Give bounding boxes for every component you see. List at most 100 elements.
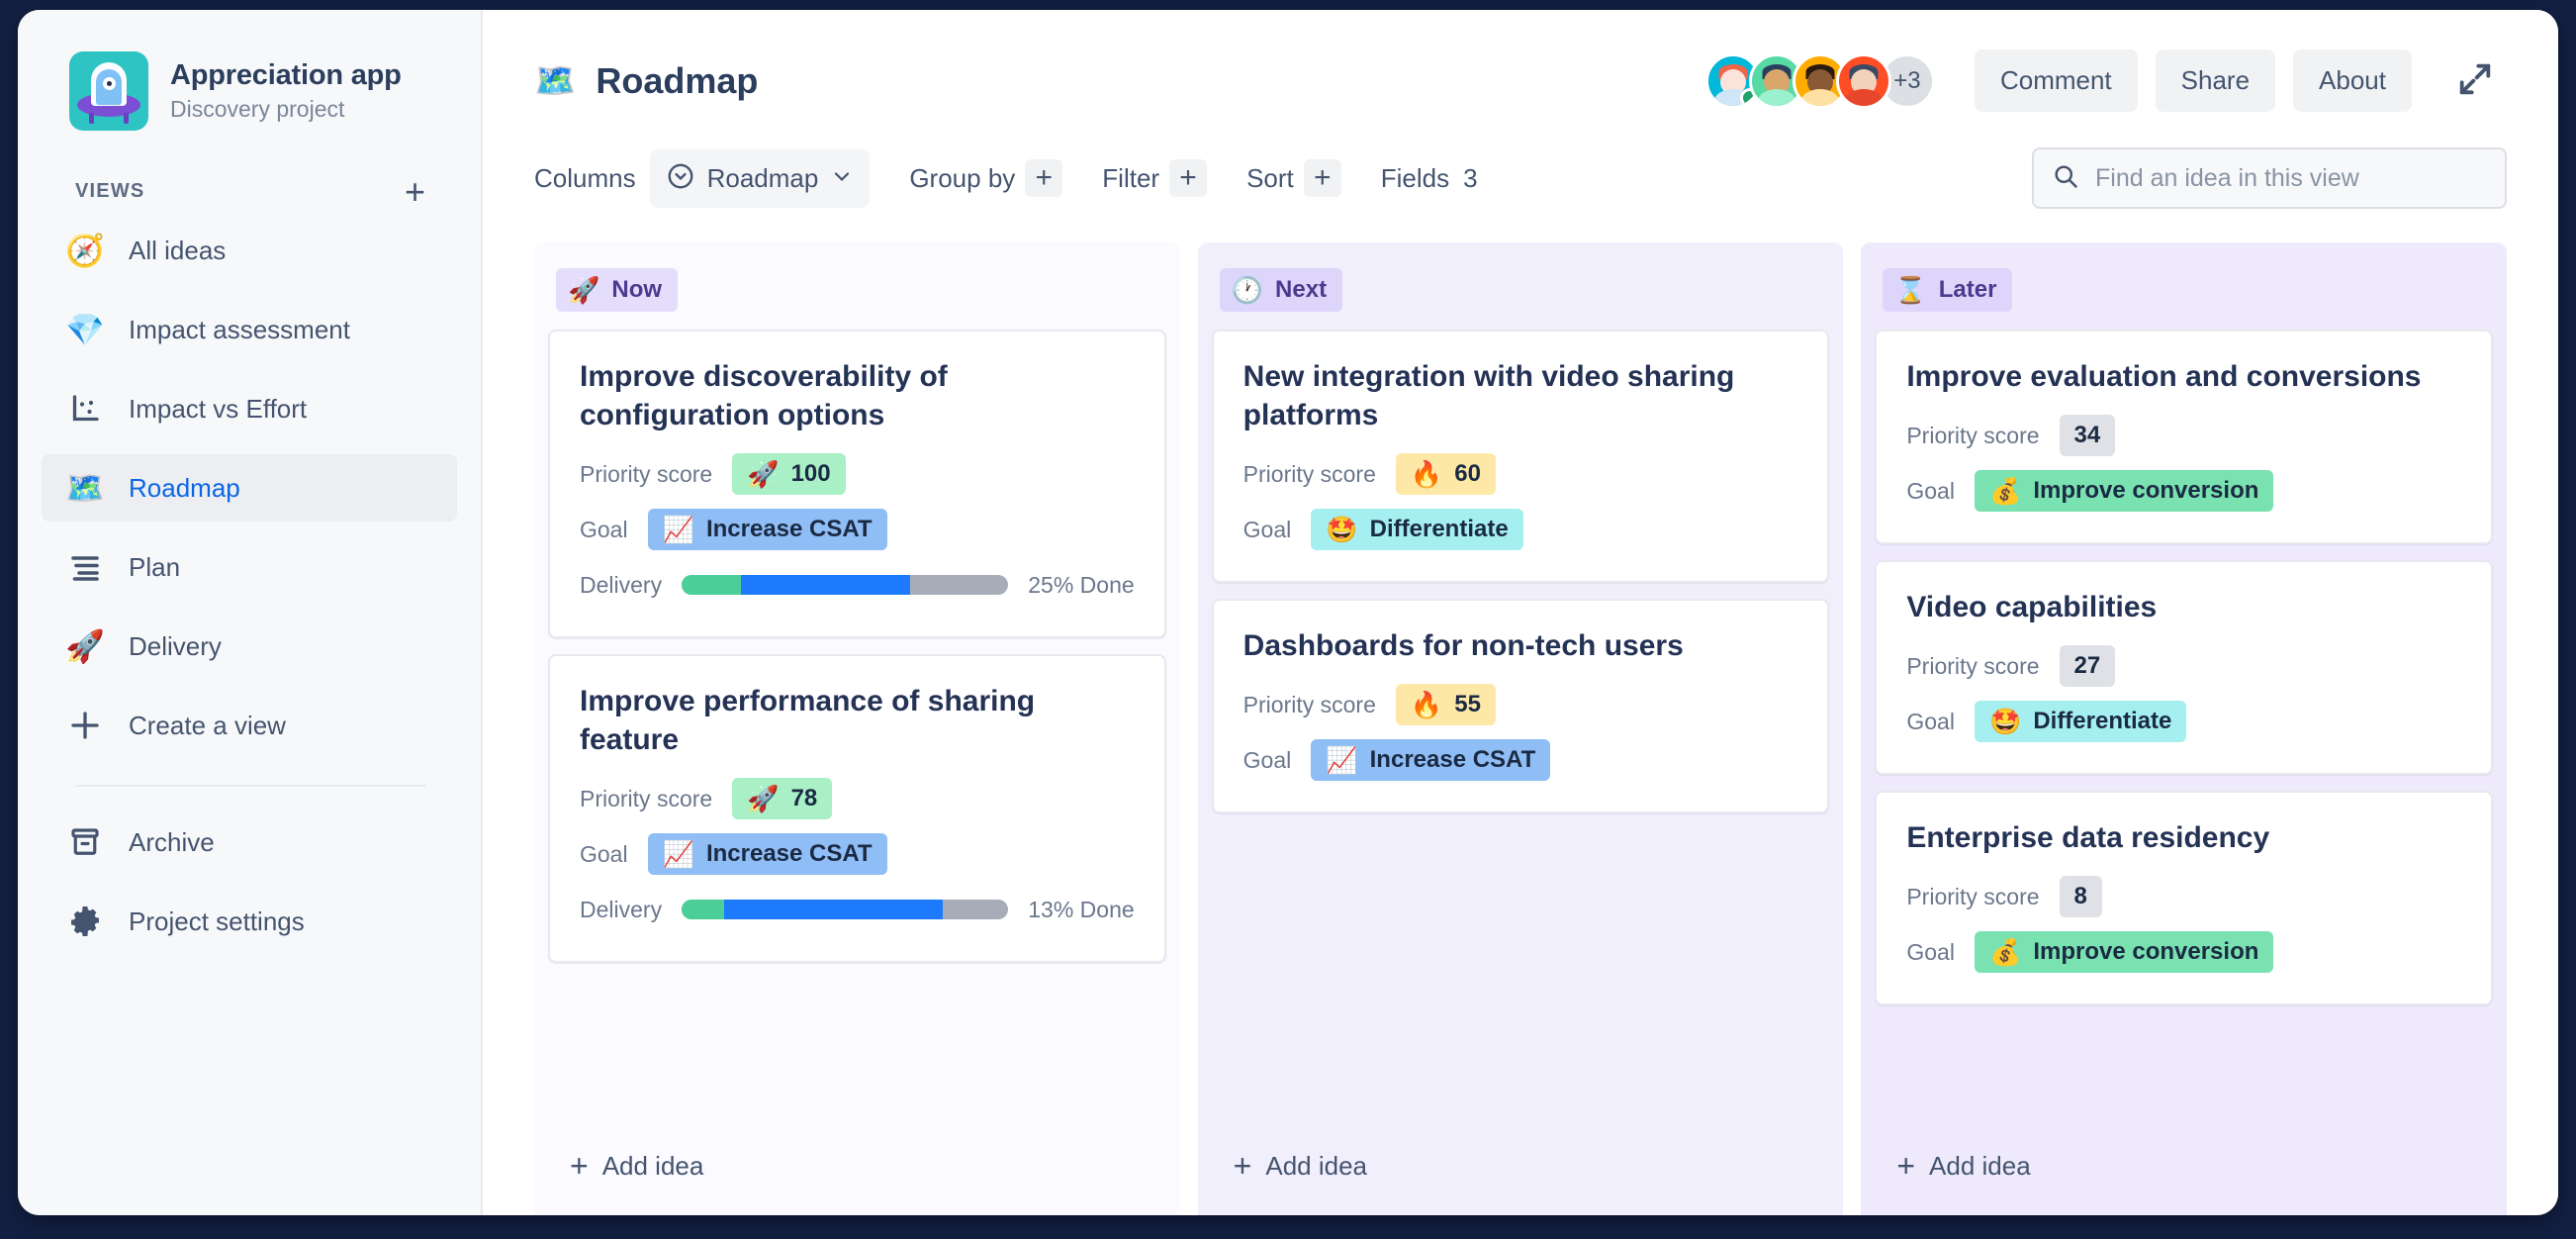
sidebar-item-all-ideas[interactable]: 🧭 All ideas bbox=[42, 217, 457, 284]
delivery-row: Delivery 13% Done bbox=[580, 888, 1135, 931]
goal-badge[interactable]: 💰 Improve conversion bbox=[1974, 469, 2274, 513]
view-toolbar: Columns Roadmap Group by + Filter + Sort… bbox=[483, 112, 2558, 209]
add-idea-button[interactable]: + Add idea bbox=[548, 1121, 1166, 1215]
sidebar-item-create-a-view[interactable]: Create a view bbox=[42, 692, 457, 759]
goal-badge[interactable]: 🤩 Differentiate bbox=[1311, 508, 1523, 551]
world-map-icon: 🗺️ bbox=[65, 470, 105, 506]
priority-score-icon: 🔥 bbox=[1410, 689, 1443, 719]
idea-title: Improve performance of sharing feature bbox=[580, 685, 1036, 756]
filter-label: Filter bbox=[1102, 162, 1160, 193]
sidebar-item-archive[interactable]: Archive bbox=[42, 809, 457, 876]
priority-score-badge[interactable]: 8 bbox=[2059, 875, 2102, 918]
sidebar-item-label: Archive bbox=[129, 826, 215, 857]
column-status-badge[interactable]: ⌛ Later bbox=[1883, 268, 2013, 312]
delivery-progress-text: 25% Done bbox=[1028, 571, 1135, 598]
goal-row: Goal 🤩 Differentiate bbox=[1243, 508, 1798, 551]
group-by-add-icon[interactable]: + bbox=[1025, 159, 1063, 197]
world-map-icon: 🗺️ bbox=[534, 61, 577, 100]
add-idea-button[interactable]: + Add idea bbox=[1875, 1121, 2493, 1215]
goal-badge[interactable]: 🤩 Differentiate bbox=[1974, 700, 2187, 743]
goal-row: Goal 📈 Increase CSAT bbox=[1243, 738, 1798, 782]
priority-score-badge[interactable]: 27 bbox=[2059, 644, 2116, 688]
delivery-row: Delivery 25% Done bbox=[580, 563, 1135, 607]
priority-score-icon: 🚀 bbox=[747, 783, 780, 813]
avatar-group[interactable]: +3 bbox=[1704, 52, 1935, 109]
sidebar-item-label: Delivery bbox=[129, 630, 222, 661]
goal-label: Goal bbox=[1906, 477, 1955, 504]
columns-label: Columns bbox=[534, 162, 636, 193]
search-input[interactable] bbox=[2095, 163, 2487, 193]
goal-label: Goal bbox=[1242, 516, 1292, 542]
search-box[interactable] bbox=[2032, 147, 2507, 209]
group-by-control[interactable]: Group by + bbox=[909, 159, 1063, 197]
about-button[interactable]: About bbox=[2293, 49, 2412, 112]
priority-score-label: Priority score bbox=[1242, 691, 1376, 717]
sidebar-item-label: Project settings bbox=[129, 905, 305, 936]
add-view-plus-icon[interactable]: + bbox=[405, 174, 425, 209]
comment-button[interactable]: Comment bbox=[1974, 49, 2138, 112]
filter-add-icon[interactable]: + bbox=[1169, 159, 1208, 197]
goal-icon: 🤩 bbox=[1326, 514, 1358, 544]
sidebar-item-plan[interactable]: Plan bbox=[42, 533, 457, 601]
page-title: 🗺️ Roadmap bbox=[534, 60, 758, 102]
idea-card[interactable]: Improve discoverability of configuration… bbox=[548, 330, 1166, 638]
ufo-app-logo-icon bbox=[69, 51, 148, 131]
priority-score-row: Priority score 34 bbox=[1906, 414, 2461, 457]
goal-badge[interactable]: 📈 Increase CSAT bbox=[647, 832, 887, 876]
plus-icon: + bbox=[1896, 1147, 1916, 1184]
idea-card[interactable]: Improve evaluation and conversions Priori… bbox=[1875, 330, 2494, 544]
add-idea-label: Add idea bbox=[1265, 1151, 1368, 1181]
column-header: 🕐 Next bbox=[1212, 256, 1830, 316]
priority-score-value: 8 bbox=[2073, 882, 2087, 909]
column-status-badge[interactable]: 🚀 Now bbox=[556, 268, 679, 312]
group-by-label: Group by bbox=[909, 162, 1016, 193]
idea-card[interactable]: Improve performance of sharing feature Pr… bbox=[548, 654, 1166, 963]
delivery-progress-bar bbox=[682, 900, 1009, 919]
goal-badge[interactable]: 📈 Increase CSAT bbox=[1311, 738, 1551, 782]
priority-score-badge[interactable]: 🔥 60 bbox=[1395, 452, 1496, 496]
priority-score-badge[interactable]: 🚀 100 bbox=[732, 452, 846, 496]
column-name: Next bbox=[1275, 276, 1328, 303]
goal-badge[interactable]: 💰 Improve conversion bbox=[1974, 930, 2274, 974]
fields-label: Fields bbox=[1380, 162, 1450, 193]
project-subtitle: Discovery project bbox=[170, 96, 345, 122]
views-label: VIEWS bbox=[75, 180, 145, 202]
sidebar-item-label: Plan bbox=[129, 551, 181, 582]
sidebar-item-roadmap[interactable]: 🗺️ Roadmap bbox=[42, 454, 457, 522]
project-header[interactable]: Appreciation app Discovery project bbox=[18, 10, 481, 131]
sidebar-item-delivery[interactable]: 🚀 Delivery bbox=[42, 613, 457, 680]
sidebar-item-impact-vs-effort[interactable]: Impact vs Effort bbox=[42, 375, 457, 442]
avatar[interactable] bbox=[1835, 52, 1891, 109]
share-button[interactable]: Share bbox=[2155, 49, 2276, 112]
goal-value: Increase CSAT bbox=[705, 515, 873, 542]
expand-diagonal-icon[interactable] bbox=[2443, 51, 2507, 110]
column-name: Now bbox=[611, 276, 663, 303]
idea-card[interactable]: Video capabilities Priority score 27 Goal 🤩 D… bbox=[1875, 560, 2494, 775]
columns-select[interactable]: Roadmap bbox=[649, 148, 871, 208]
idea-card[interactable]: New integration with video sharing platf… bbox=[1211, 330, 1830, 583]
idea-title: Dashboards for non-tech users bbox=[1242, 629, 1684, 662]
priority-score-badge[interactable]: 🚀 78 bbox=[732, 777, 833, 820]
column-icon: ⌛ bbox=[1894, 275, 1927, 305]
sidebar-item-label: Impact assessment bbox=[129, 314, 350, 344]
column-status-badge[interactable]: 🕐 Next bbox=[1219, 268, 1343, 312]
sort-control[interactable]: Sort + bbox=[1246, 159, 1341, 197]
priority-score-badge[interactable]: 🔥 55 bbox=[1395, 683, 1496, 726]
filter-control[interactable]: Filter + bbox=[1102, 159, 1208, 197]
idea-card[interactable]: Enterprise data residency Priority score 8… bbox=[1875, 791, 2494, 1005]
goal-label: Goal bbox=[1906, 708, 1955, 734]
goal-icon: 💰 bbox=[1988, 936, 2022, 967]
priority-score-row: Priority score 🔥 55 bbox=[1243, 683, 1798, 726]
idea-card[interactable]: Dashboards for non-tech users Priority sc… bbox=[1211, 599, 1830, 813]
fields-control[interactable]: Fields 3 bbox=[1381, 163, 1478, 194]
priority-score-label: Priority score bbox=[580, 460, 713, 487]
priority-score-label: Priority score bbox=[1906, 883, 2040, 909]
idea-title: Enterprise data residency bbox=[1906, 821, 2270, 854]
sidebar-item-impact-assessment[interactable]: 💎 Impact assessment bbox=[42, 296, 457, 363]
plus-icon bbox=[65, 706, 105, 745]
sidebar-item-project-settings[interactable]: Project settings bbox=[42, 888, 457, 955]
add-idea-button[interactable]: + Add idea bbox=[1212, 1121, 1830, 1215]
priority-score-badge[interactable]: 34 bbox=[2059, 414, 2116, 457]
goal-badge[interactable]: 📈 Increase CSAT bbox=[647, 508, 887, 551]
sort-add-icon[interactable]: + bbox=[1303, 159, 1341, 197]
